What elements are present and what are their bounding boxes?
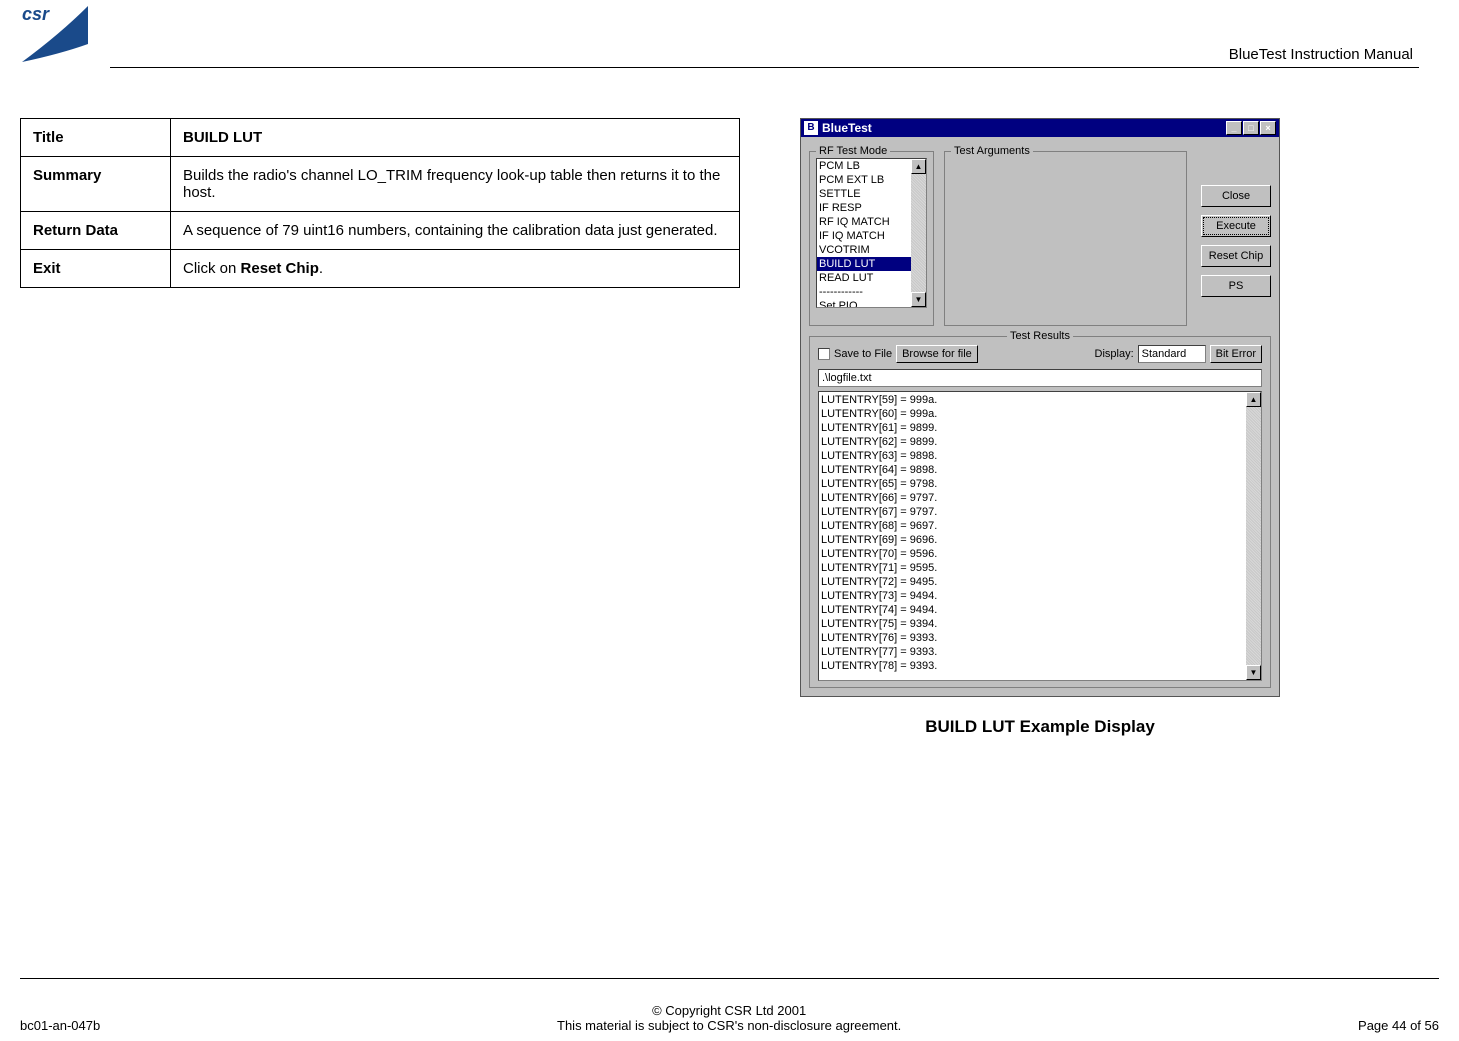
list-item[interactable]: RF IQ MATCH xyxy=(817,215,926,229)
rf-test-mode-group: RF Test Mode PCM LBPCM EXT LBSETTLEIF RE… xyxy=(809,151,934,326)
result-line: LUTENTRY[61] = 9899. xyxy=(821,421,1259,435)
result-line: LUTENTRY[69] = 9696. xyxy=(821,533,1259,547)
table-row: SummaryBuilds the radio's channel LO_TRI… xyxy=(21,157,740,212)
maximize-button[interactable]: □ xyxy=(1243,121,1259,135)
results-scrollbar[interactable]: ▲ ▼ xyxy=(1246,392,1261,680)
list-item[interactable]: IF IQ MATCH xyxy=(817,229,926,243)
rf-listbox[interactable]: PCM LBPCM EXT LBSETTLEIF RESPRF IQ MATCH… xyxy=(816,158,927,308)
doc-id: bc01-an-047b xyxy=(20,1018,100,1033)
list-item[interactable]: PCM EXT LB xyxy=(817,173,926,187)
execute-button[interactable]: Execute xyxy=(1201,215,1271,237)
result-line: LUTENTRY[65] = 9798. xyxy=(821,477,1259,491)
row-value: BUILD LUT xyxy=(171,119,740,157)
logo-text: csr xyxy=(22,4,50,24)
result-line: LUTENTRY[78] = 9393. xyxy=(821,659,1259,673)
result-line: LUTENTRY[60] = 999a. xyxy=(821,407,1259,421)
page-header: csr BlueTest Instruction Manual xyxy=(20,0,1439,68)
result-line: LUTENTRY[67] = 9797. xyxy=(821,505,1259,519)
save-to-file-checkbox[interactable] xyxy=(818,348,830,360)
list-item[interactable]: PCM LB xyxy=(817,159,926,173)
test-arguments-group: Test Arguments xyxy=(944,151,1187,326)
row-label: Title xyxy=(21,119,171,157)
close-button[interactable]: Close xyxy=(1201,185,1271,207)
logfile-path-input[interactable]: .\logfile.txt xyxy=(818,369,1262,387)
test-results-group: Test Results Save to File Browse for fil… xyxy=(809,336,1271,688)
results-listbox[interactable]: LUTENTRY[59] = 999a.LUTENTRY[60] = 999a.… xyxy=(818,391,1262,681)
sysmenu-icon[interactable]: B xyxy=(804,121,818,135)
bit-error-button[interactable]: Bit Error xyxy=(1210,345,1262,363)
table-row: ExitClick on Reset Chip. xyxy=(21,250,740,288)
result-line: LUTENTRY[64] = 9898. xyxy=(821,463,1259,477)
page-footer: bc01-an-047b © Copyright CSR Ltd 2001 Th… xyxy=(20,978,1439,1033)
browse-button[interactable]: Browse for file xyxy=(896,345,978,363)
result-line: LUTENTRY[68] = 9697. xyxy=(821,519,1259,533)
rf-scrollbar[interactable]: ▲ ▼ xyxy=(911,159,926,307)
list-item[interactable]: IF RESP xyxy=(817,201,926,215)
results-legend: Test Results xyxy=(1007,330,1073,342)
copyright: © Copyright CSR Ltd 2001 xyxy=(557,1003,901,1018)
result-line: LUTENTRY[73] = 9494. xyxy=(821,589,1259,603)
list-item[interactable]: Set PIO xyxy=(817,299,926,308)
display-label: Display: xyxy=(1095,348,1134,360)
figure-caption: BUILD LUT Example Display xyxy=(800,717,1280,737)
result-line: LUTENTRY[77] = 9393. xyxy=(821,645,1259,659)
header-rule xyxy=(110,67,1419,68)
result-line: LUTENTRY[76] = 9393. xyxy=(821,631,1259,645)
result-line: LUTENTRY[71] = 9595. xyxy=(821,561,1259,575)
info-table: TitleBUILD LUTSummaryBuilds the radio's … xyxy=(20,118,740,288)
close-window-button[interactable]: × xyxy=(1260,121,1276,135)
scroll-down-icon[interactable]: ▼ xyxy=(1246,665,1261,680)
list-item[interactable]: VCOTRIM xyxy=(817,243,926,257)
page-number: Page 44 of 56 xyxy=(1358,1018,1439,1033)
row-value: Click on Reset Chip. xyxy=(171,250,740,288)
scroll-up-icon[interactable]: ▲ xyxy=(1246,392,1261,407)
table-row: TitleBUILD LUT xyxy=(21,119,740,157)
table-row: Return DataA sequence of 79 uint16 numbe… xyxy=(21,212,740,250)
row-value: Builds the radio's channel LO_TRIM frequ… xyxy=(171,157,740,212)
rf-legend: RF Test Mode xyxy=(816,145,890,157)
save-to-file-label: Save to File xyxy=(834,348,892,360)
row-label: Summary xyxy=(21,157,171,212)
result-line: LUTENTRY[59] = 999a. xyxy=(821,393,1259,407)
result-line: LUTENTRY[70] = 9596. xyxy=(821,547,1259,561)
titlebar[interactable]: B BlueTest _ □ × xyxy=(801,119,1279,137)
row-label: Exit xyxy=(21,250,171,288)
result-line: LUTENTRY[72] = 9495. xyxy=(821,575,1259,589)
list-item[interactable]: ------------ xyxy=(817,285,926,299)
result-line: LUTENTRY[62] = 9899. xyxy=(821,435,1259,449)
row-value: A sequence of 79 uint16 numbers, contain… xyxy=(171,212,740,250)
result-line: LUTENTRY[75] = 9394. xyxy=(821,617,1259,631)
list-item[interactable]: SETTLE xyxy=(817,187,926,201)
list-item[interactable]: READ LUT xyxy=(817,271,926,285)
manual-title: BlueTest Instruction Manual xyxy=(1229,46,1419,63)
bluetest-window: B BlueTest _ □ × RF Test Mode PCM LBPCM … xyxy=(800,118,1280,697)
reset-chip-button[interactable]: Reset Chip xyxy=(1201,245,1271,267)
window-title: BlueTest xyxy=(822,121,1226,135)
result-line: LUTENTRY[74] = 9494. xyxy=(821,603,1259,617)
logo: csr xyxy=(20,4,110,68)
result-line: LUTENTRY[66] = 9797. xyxy=(821,491,1259,505)
args-legend: Test Arguments xyxy=(951,145,1033,157)
result-line: LUTENTRY[63] = 9898. xyxy=(821,449,1259,463)
row-label: Return Data xyxy=(21,212,171,250)
ps-button[interactable]: PS xyxy=(1201,275,1271,297)
scroll-down-icon[interactable]: ▼ xyxy=(911,292,926,307)
nda-notice: This material is subject to CSR's non-di… xyxy=(557,1018,901,1033)
minimize-button[interactable]: _ xyxy=(1226,121,1242,135)
list-item[interactable]: BUILD LUT xyxy=(817,257,926,271)
scroll-up-icon[interactable]: ▲ xyxy=(911,159,926,174)
display-select[interactable]: Standard xyxy=(1138,345,1206,363)
